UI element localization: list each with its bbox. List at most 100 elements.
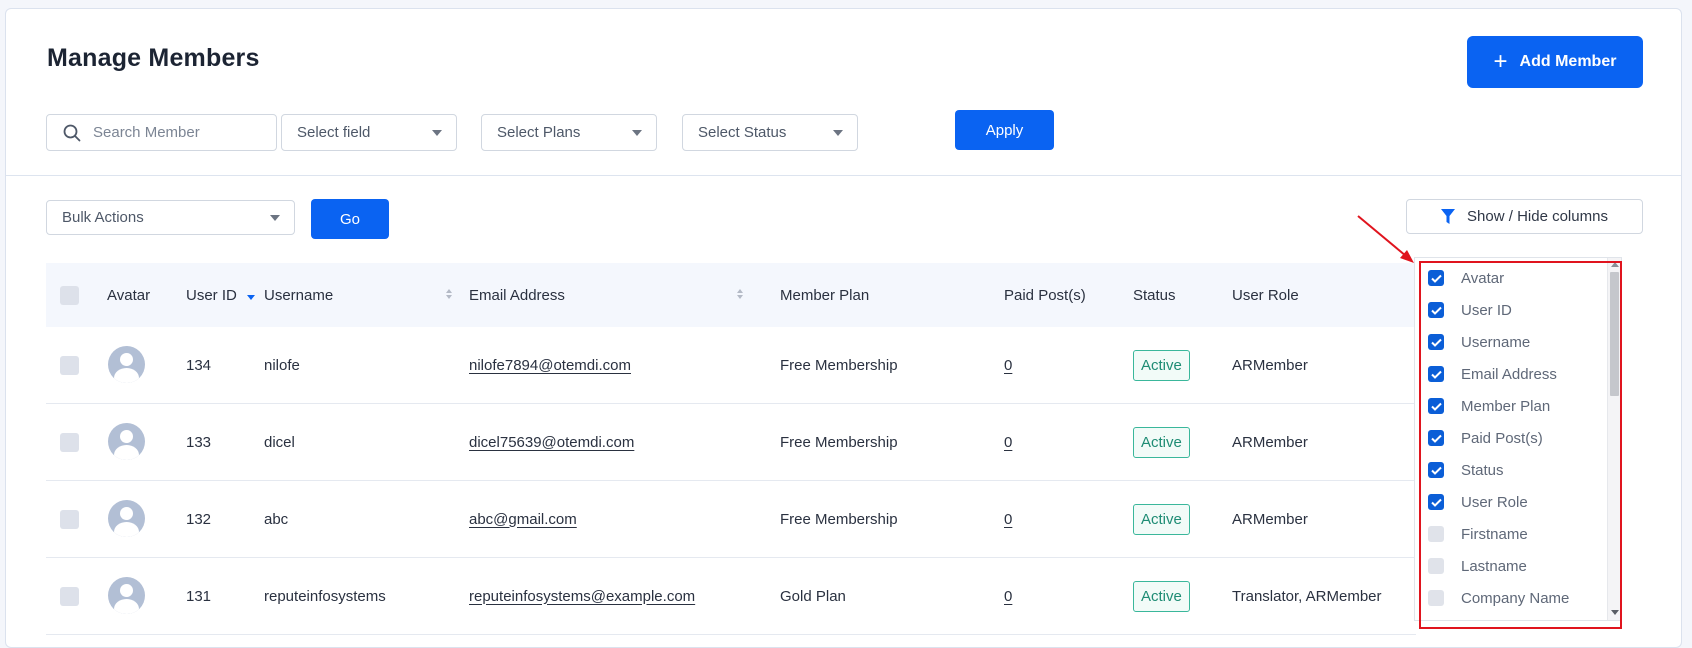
checkbox-checked-icon[interactable]: [1428, 430, 1444, 446]
column-toggle-label: Lastname: [1461, 557, 1527, 575]
header-email[interactable]: Email Address: [469, 263, 565, 327]
panel-scrollbar[interactable]: [1607, 258, 1621, 620]
cell-member-plan: Free Membership: [780, 510, 898, 528]
column-toggle-label: Company Name: [1461, 589, 1570, 607]
cell-email-link[interactable]: dicel75639@otemdi.com: [469, 404, 634, 480]
header-status: Status: [1133, 286, 1176, 304]
column-toggle-item[interactable]: Company Name: [1428, 587, 1569, 609]
cell-member-plan: Gold Plan: [780, 587, 846, 605]
column-toggle-item[interactable]: Status: [1428, 459, 1504, 481]
checkbox-checked-icon[interactable]: [1428, 398, 1444, 414]
chevron-down-icon: [632, 129, 642, 136]
column-toggle-item[interactable]: Member Plan: [1428, 395, 1550, 417]
cell-paid-posts-link[interactable]: 0: [1004, 404, 1012, 480]
search-input[interactable]: Search Member: [46, 114, 277, 151]
cell-paid-posts-link[interactable]: 0: [1004, 327, 1012, 403]
apply-button[interactable]: Apply: [955, 110, 1054, 150]
column-toggle-label: Paid Post(s): [1461, 429, 1543, 447]
row-checkbox[interactable]: [60, 356, 79, 375]
select-plans-label: Select Plans: [497, 124, 581, 141]
checkbox-checked-icon[interactable]: [1428, 494, 1444, 510]
row-checkbox[interactable]: [60, 587, 79, 606]
column-toggle-item[interactable]: Email Address: [1428, 363, 1557, 385]
column-toggle-item[interactable]: User Role: [1428, 491, 1528, 513]
cell-user-id: 132: [186, 510, 212, 528]
avatar: [108, 346, 145, 383]
filter-icon: [1441, 208, 1456, 224]
cell-user-role: ARMember: [1232, 356, 1308, 374]
chevron-down-icon: [833, 129, 843, 136]
select-field-dropdown[interactable]: Select field: [281, 114, 457, 151]
column-toggle-item[interactable]: Lastname: [1428, 555, 1527, 577]
plus-icon: +: [1493, 48, 1508, 75]
table-row: 132 abc abc@gmail.com Free Membership 0 …: [46, 481, 1416, 558]
status-badge: Active: [1133, 503, 1190, 535]
status-badge: Active: [1133, 580, 1190, 612]
cell-user-id: 131: [186, 587, 212, 605]
select-status-dropdown[interactable]: Select Status: [682, 114, 858, 151]
scroll-down-icon[interactable]: [1611, 610, 1619, 615]
show-hide-columns-label: Show / Hide columns: [1467, 208, 1608, 225]
status-badge: Active: [1133, 349, 1190, 381]
cell-paid-posts-link[interactable]: 0: [1004, 558, 1012, 634]
header-avatar: Avatar: [107, 286, 151, 304]
avatar: [108, 500, 145, 537]
checkbox-checked-icon[interactable]: [1428, 302, 1444, 318]
column-toggle-item[interactable]: User ID: [1428, 299, 1512, 321]
header-user-id-label: User ID: [186, 286, 237, 304]
bulk-actions-dropdown[interactable]: Bulk Actions: [46, 200, 295, 235]
column-toggle-item[interactable]: Firstname: [1428, 523, 1528, 545]
row-checkbox[interactable]: [60, 510, 79, 529]
members-page: Manage Members + Add Member Search Membe…: [5, 8, 1682, 648]
bulk-actions-label: Bulk Actions: [62, 209, 144, 226]
column-toggle-label: Email Address: [1461, 365, 1557, 383]
checkbox-checked-icon[interactable]: [1428, 366, 1444, 382]
cell-email-link[interactable]: reputeinfosystems@example.com: [469, 558, 695, 634]
column-toggle-label: Member Plan: [1461, 397, 1551, 415]
cell-member-plan: Free Membership: [780, 433, 898, 451]
add-member-button[interactable]: + Add Member: [1467, 36, 1643, 88]
avatar: [108, 423, 145, 460]
checkbox-unchecked-icon[interactable]: [1428, 526, 1444, 542]
cell-user-id: 134: [186, 356, 212, 374]
header-user-id[interactable]: User ID: [186, 263, 255, 327]
add-member-label: Add Member: [1519, 53, 1617, 70]
select-plans-dropdown[interactable]: Select Plans: [481, 114, 657, 151]
select-all-checkbox[interactable]: [60, 286, 79, 305]
column-toggle-item[interactable]: Username: [1428, 331, 1530, 353]
cell-username: nilofe: [264, 356, 300, 374]
header-paid-posts: Paid Post(s): [1004, 286, 1086, 304]
table-header: Avatar User ID Username Email Address Me…: [46, 263, 1416, 327]
checkbox-checked-icon[interactable]: [1428, 334, 1444, 350]
cell-email-link[interactable]: abc@gmail.com: [469, 481, 577, 557]
checkbox-checked-icon[interactable]: [1428, 462, 1444, 478]
table-row: 133 dicel dicel75639@otemdi.com Free Mem…: [46, 404, 1416, 481]
section-divider: [6, 175, 1681, 176]
column-toggle-label: Username: [1461, 333, 1531, 351]
avatar: [108, 577, 145, 614]
scroll-up-icon[interactable]: [1611, 262, 1619, 267]
header-username[interactable]: Username: [264, 263, 333, 327]
column-toggle-item[interactable]: Avatar: [1428, 267, 1504, 289]
annotation-arrow-icon: [1357, 215, 1414, 263]
column-visibility-panel: Avatar User ID Username Email Address Member…: [1414, 257, 1622, 621]
row-checkbox[interactable]: [60, 433, 79, 452]
column-toggle-label: User Role: [1461, 493, 1528, 511]
show-hide-columns-button[interactable]: Show / Hide columns: [1406, 199, 1643, 234]
cell-email-link[interactable]: nilofe7894@otemdi.com: [469, 327, 631, 403]
column-toggle-label: Firstname: [1461, 525, 1528, 543]
checkbox-unchecked-icon[interactable]: [1428, 558, 1444, 574]
chevron-down-icon: [432, 129, 442, 136]
checkbox-checked-icon[interactable]: [1428, 270, 1444, 286]
sort-icon: [446, 289, 452, 299]
scroll-thumb[interactable]: [1610, 272, 1619, 396]
cell-username: reputeinfosystems: [264, 587, 386, 605]
sort-desc-icon: [246, 294, 255, 300]
header-user-role: User Role: [1232, 286, 1299, 304]
header-member-plan: Member Plan: [780, 286, 870, 304]
column-toggle-item[interactable]: Paid Post(s): [1428, 427, 1543, 449]
go-button[interactable]: Go: [311, 199, 389, 239]
checkbox-unchecked-icon[interactable]: [1428, 590, 1444, 606]
cell-paid-posts-link[interactable]: 0: [1004, 481, 1012, 557]
cell-username: dicel: [264, 433, 295, 451]
